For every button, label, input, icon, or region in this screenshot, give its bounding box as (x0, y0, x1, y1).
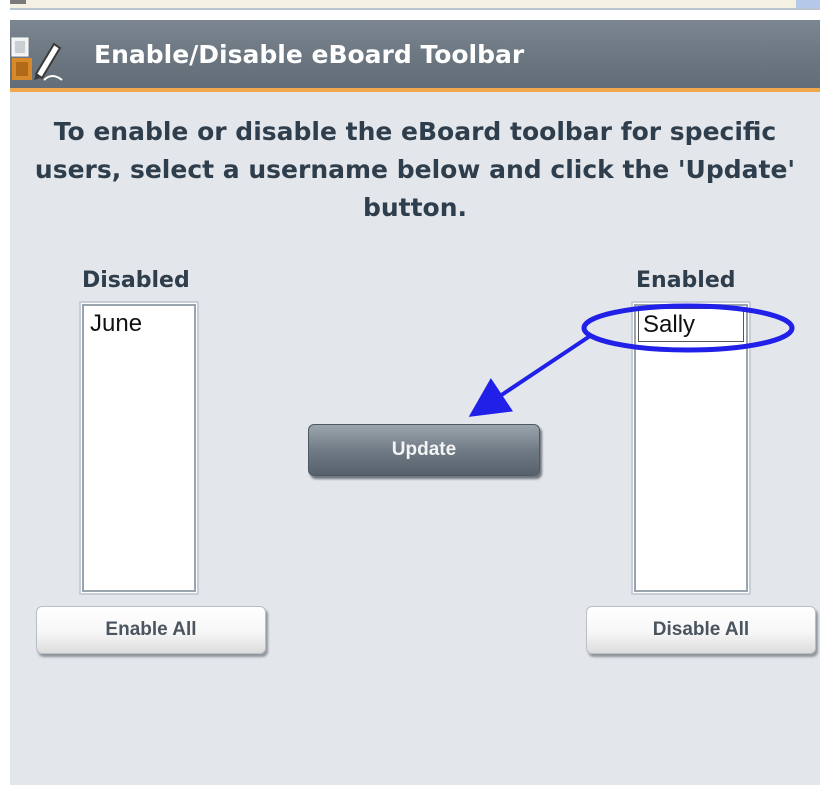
list-item-sally[interactable]: Sally (638, 308, 744, 342)
panel-title: Enable/Disable eBoard Toolbar (94, 40, 525, 69)
panel-header: Enable/Disable eBoard Toolbar (10, 20, 820, 92)
toolbar-settings-panel: Enable/Disable eBoard Toolbar To enable … (10, 20, 820, 785)
update-button[interactable]: Update (308, 424, 540, 476)
instructions-text: To enable or disable the eBoard toolbar … (34, 117, 796, 222)
window-top-strip (10, 0, 820, 10)
list-item-june[interactable]: June (84, 306, 194, 342)
enabled-users-listbox[interactable]: Sally (633, 303, 749, 593)
enabled-list-label: Enabled (636, 268, 736, 293)
disabled-users-listbox[interactable]: June (81, 303, 197, 593)
toolbar-pen-icon (11, 37, 63, 81)
top-strip-scroll-tab (796, 0, 820, 8)
enable-all-button[interactable]: Enable All (36, 606, 266, 654)
top-strip-tick (10, 0, 26, 4)
disable-all-button[interactable]: Disable All (586, 606, 816, 654)
disabled-list-label: Disabled (82, 268, 190, 293)
